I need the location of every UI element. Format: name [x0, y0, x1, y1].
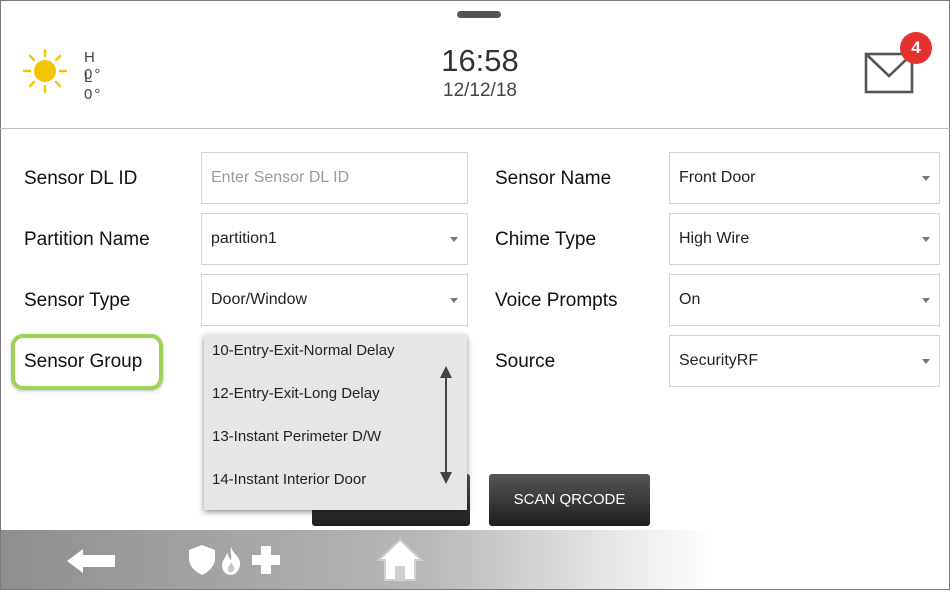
- chevron-down-icon: [922, 237, 930, 242]
- chevron-down-icon: [450, 298, 458, 303]
- clock: 16:58 12/12/18: [380, 44, 580, 102]
- sensor-name-value: Front Door: [679, 169, 756, 186]
- scroll-arrow-icon: [440, 366, 452, 484]
- chime-type-label: Chime Type: [495, 229, 597, 250]
- sensor-dl-id-input[interactable]: Enter Sensor DL ID: [201, 152, 468, 204]
- shield-icon[interactable]: [189, 545, 215, 575]
- sensor-group-dropdown[interactable]: 10-Entry-Exit-Normal Delay 12-Entry-Exit…: [204, 335, 467, 510]
- back-arrow-icon[interactable]: [67, 549, 115, 573]
- partition-name-label: Partition Name: [24, 229, 150, 250]
- partition-name-value: partition1: [211, 230, 277, 247]
- source-label: Source: [495, 351, 556, 372]
- sensor-type-value: Door/Window: [211, 291, 308, 308]
- chime-type-select[interactable]: High Wire: [669, 213, 940, 265]
- chevron-down-icon: [450, 237, 458, 242]
- pull-down-handle[interactable]: [457, 11, 501, 18]
- voice-prompts-label: Voice Prompts: [495, 290, 618, 311]
- home-icon[interactable]: [377, 538, 423, 582]
- chevron-down-icon: [922, 359, 930, 364]
- dropdown-option[interactable]: 10-Entry-Exit-Normal Delay: [212, 342, 395, 359]
- sensor-dl-id-label: Sensor DL ID: [24, 168, 138, 189]
- header-divider: [0, 128, 950, 129]
- chime-type-value: High Wire: [679, 230, 750, 247]
- sensor-name-label: Sensor Name: [495, 168, 612, 189]
- sun-icon: [22, 48, 68, 94]
- sensor-group-label: Sensor Group: [24, 351, 143, 372]
- dropdown-option[interactable]: 14-Instant Interior Door: [212, 471, 366, 488]
- medical-cross-icon[interactable]: [252, 546, 280, 574]
- chevron-down-icon: [922, 298, 930, 303]
- temp-low: L 0°: [84, 69, 103, 103]
- fire-icon[interactable]: [220, 547, 242, 575]
- scan-qrcode-button[interactable]: SCAN QRCODE: [489, 474, 650, 526]
- sensor-type-select[interactable]: Door/Window: [201, 274, 468, 326]
- current-date: 12/12/18: [443, 80, 517, 101]
- current-time: 16:58: [441, 43, 519, 78]
- source-select[interactable]: SecurityRF: [669, 335, 940, 387]
- voice-prompts-value: On: [679, 291, 701, 308]
- source-value: SecurityRF: [679, 352, 759, 369]
- dropdown-option[interactable]: 13-Instant Perimeter D/W: [212, 428, 381, 445]
- chevron-down-icon: [922, 176, 930, 181]
- partition-name-select[interactable]: partition1: [201, 213, 468, 265]
- bottom-navigation-bar: [1, 530, 949, 589]
- dropdown-option[interactable]: 12-Entry-Exit-Long Delay: [212, 385, 380, 402]
- sensor-name-select[interactable]: Front Door: [669, 152, 940, 204]
- voice-prompts-select[interactable]: On: [669, 274, 940, 326]
- sensor-type-label: Sensor Type: [24, 290, 131, 311]
- message-count-badge: 4: [900, 32, 932, 64]
